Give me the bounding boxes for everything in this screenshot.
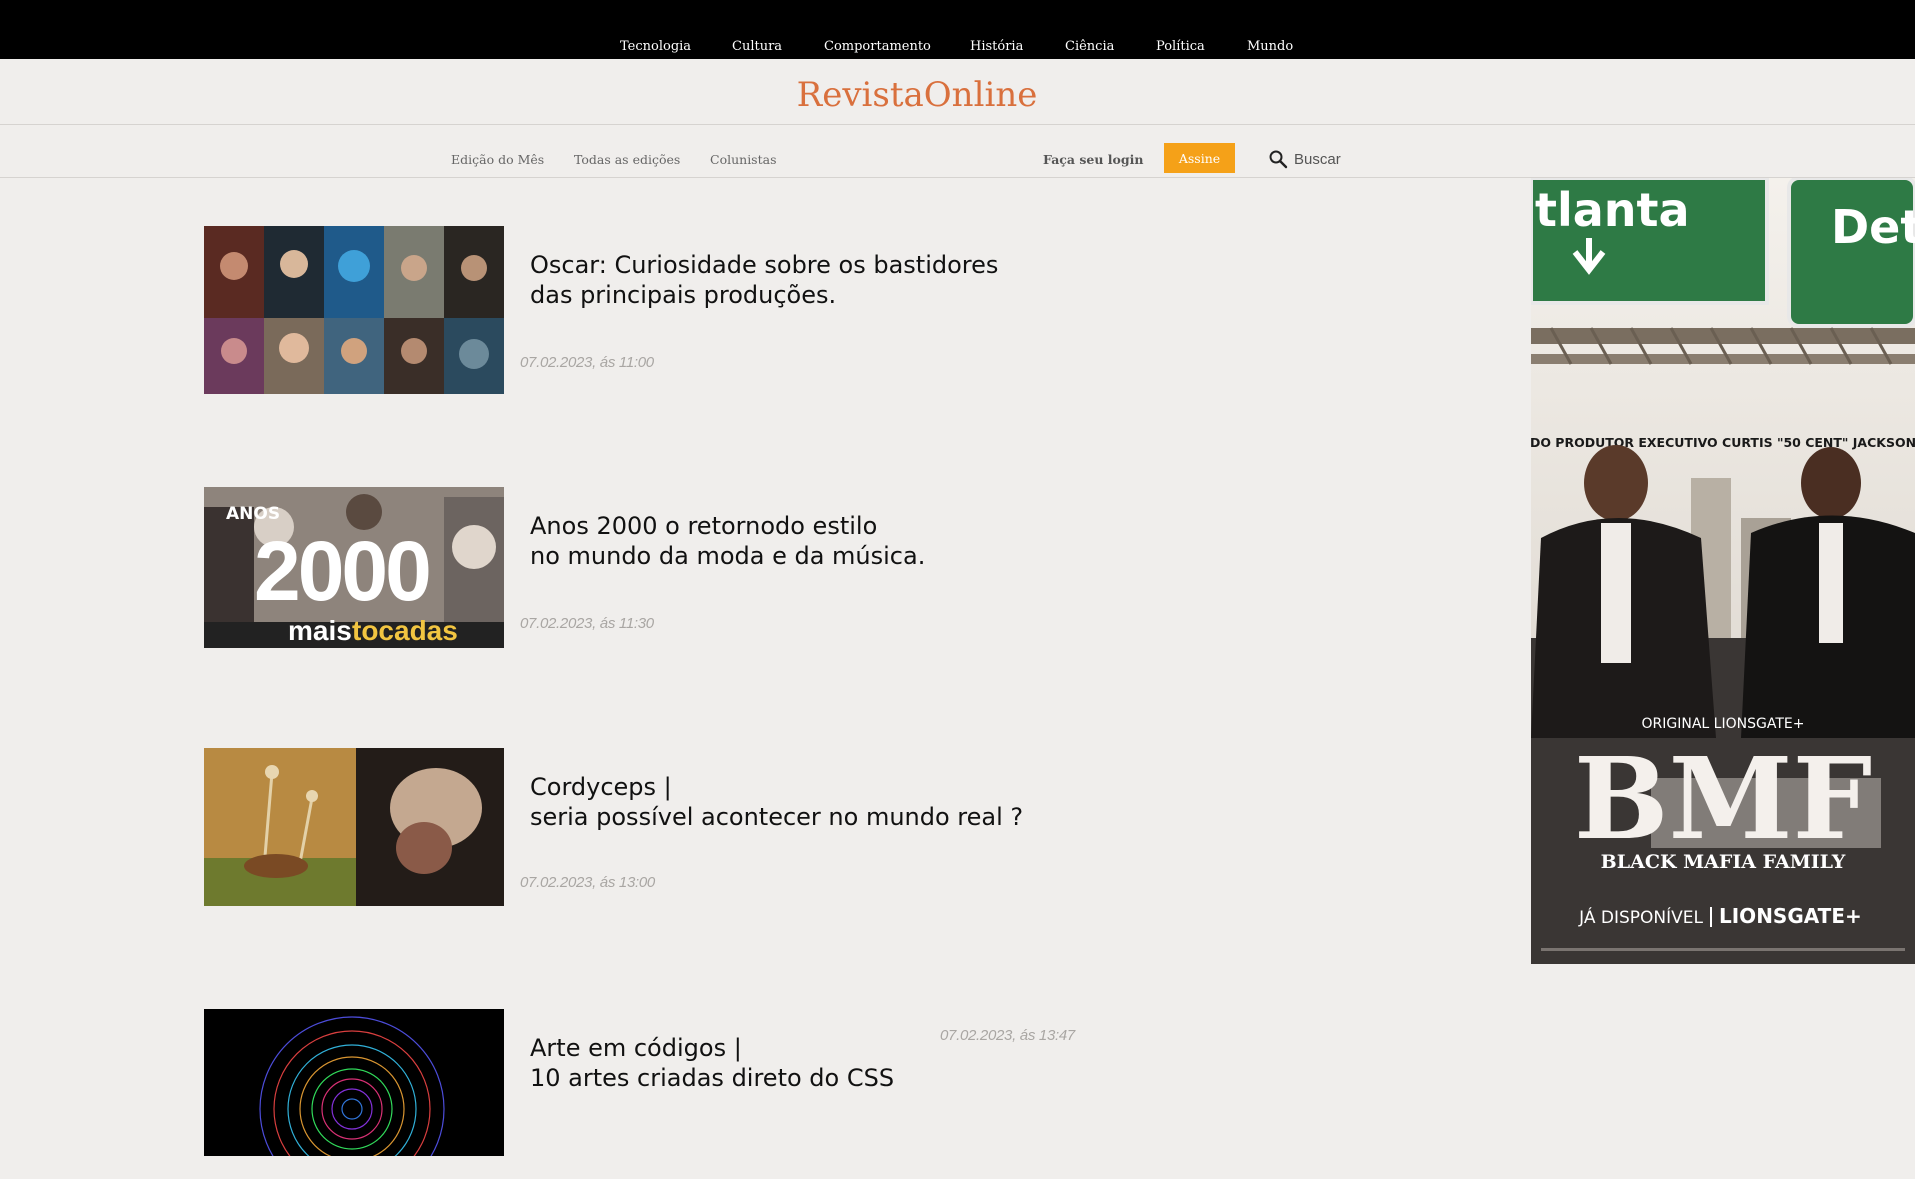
sign-text-right: Det [1831, 200, 1915, 254]
article-title[interactable]: Cordyceps | seria possível acontecer no … [530, 772, 1090, 832]
subscribe-button[interactable]: Assine [1164, 143, 1235, 173]
ad-brand: BMF [1574, 734, 1872, 865]
ad-original-label: ORIGINAL LIONSGATE+ [1642, 716, 1805, 732]
ad-network-logo: LIONSGATE+ [1719, 904, 1862, 928]
nav-mundo[interactable]: Mundo [1247, 39, 1293, 54]
article-card[interactable]: ANOS 2000 mais tocadas Anos 2000 o retor… [204, 487, 1104, 657]
subnav-todas-edicoes[interactable]: Todas as edições [574, 152, 680, 167]
article-card[interactable]: Oscar: Curiosidade sobre os bastidores d… [204, 226, 1104, 396]
top-navigation: Tecnologia Cultura Comportamento Históri… [0, 0, 1915, 59]
article-title[interactable]: Anos 2000 o retornodo estilo no mundo da… [530, 511, 1090, 571]
search-icon [1269, 150, 1288, 169]
site-logo[interactable]: RevistaOnline [0, 75, 1834, 115]
article-thumbnail-anos-2000[interactable]: ANOS 2000 mais tocadas [204, 487, 504, 648]
article-title[interactable]: Oscar: Curiosidade sobre os bastidores d… [530, 250, 1090, 310]
ad-banner-bmf[interactable]: tlanta Det DO PRODUTOR EXECUTIVO CURTIS … [1531, 178, 1915, 964]
article-card[interactable]: Arte em códigos | 10 artes criadas diret… [204, 1009, 1104, 1179]
thumb-label-anos: ANOS [226, 504, 280, 524]
sign-text-left: tlanta [1535, 183, 1690, 237]
ad-available-label: JÁ DISPONÍVEL [1578, 906, 1703, 928]
thumb-label-2000: 2000 [254, 524, 429, 618]
search-input[interactable] [1292, 149, 1406, 169]
article-thumbnail-oscar[interactable] [204, 226, 504, 394]
nav-politica[interactable]: Política [1156, 39, 1205, 54]
search-box[interactable] [1268, 147, 1406, 171]
nav-historia[interactable]: História [970, 39, 1023, 54]
thumb-label-mais: mais [288, 615, 352, 646]
nav-cultura[interactable]: Cultura [732, 39, 782, 54]
article-date: 07.02.2023, ás 11:30 [520, 615, 654, 632]
subnav-colunistas[interactable]: Colunistas [710, 152, 777, 167]
article-thumbnail-arte-codigos[interactable] [204, 1009, 504, 1156]
login-link[interactable]: Faça seu login [1043, 152, 1143, 167]
article-card[interactable]: Cordyceps | seria possível acontecer no … [204, 748, 1104, 918]
nav-tecnologia[interactable]: Tecnologia [620, 39, 691, 54]
subnav-edicao-do-mes[interactable]: Edição do Mês [451, 152, 544, 167]
nav-comportamento[interactable]: Comportamento [824, 39, 931, 54]
article-date: 07.02.2023, ás 13:00 [520, 874, 655, 891]
ad-tagline: DO PRODUTOR EXECUTIVO CURTIS "50 CENT" J… [1531, 435, 1915, 450]
logo-band: RevistaOnline [0, 59, 1915, 125]
article-thumbnail-cordyceps[interactable] [204, 748, 504, 906]
ad-subtitle: BLACK MAFIA FAMILY [1601, 851, 1846, 873]
sub-navigation: Edição do Mês Todas as edições Colunista… [0, 125, 1915, 178]
thumb-label-tocadas: tocadas [352, 615, 458, 646]
article-date: 07.02.2023, ás 11:00 [520, 354, 654, 371]
article-date: 07.02.2023, ás 13:47 [940, 1027, 1075, 1044]
nav-ciencia[interactable]: Ciência [1065, 39, 1114, 54]
